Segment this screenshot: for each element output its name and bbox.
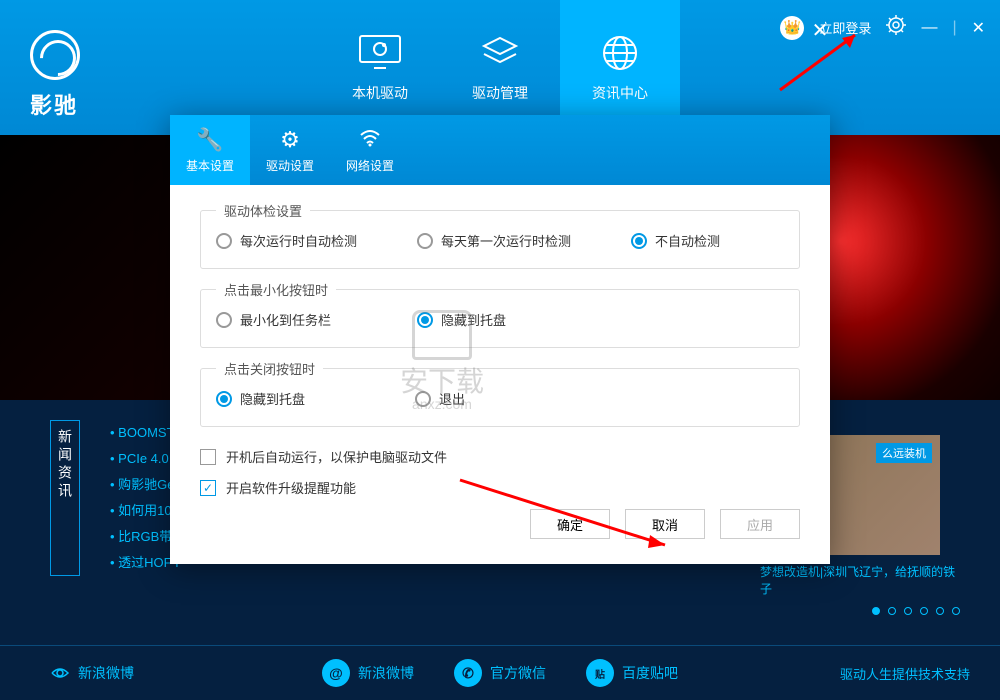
logo-icon [30, 30, 80, 80]
wechat-icon: ✆ [454, 659, 482, 687]
monitor-icon [355, 33, 405, 73]
radio-min-taskbar[interactable]: 最小化到任务栏 [216, 310, 331, 329]
carousel-dot[interactable] [888, 607, 896, 615]
annotation-arrow-icon [450, 470, 690, 560]
globe-icon [595, 33, 645, 73]
annotation-arrow-icon [770, 20, 880, 100]
radio-close-tray[interactable]: 隐藏到托盘 [216, 389, 305, 408]
footer-tieba[interactable]: 贴 百度贴吧 [586, 659, 678, 687]
gear-icon: ⚙ [280, 127, 300, 153]
footer-wechat[interactable]: ✆ 官方微信 [454, 659, 546, 687]
radio-icon [216, 312, 232, 328]
wifi-icon [359, 127, 381, 153]
footer-left-weibo[interactable]: 新浪微博 [50, 663, 134, 683]
radio-min-tray[interactable]: 隐藏到托盘 [417, 310, 506, 329]
brand-logo: 影驰 [0, 0, 150, 135]
fieldset-driver-check: 驱动体检设置 每次运行时自动检测 每天第一次运行时检测 不自动检测 [200, 210, 800, 269]
fieldset-minimize-behavior: 点击最小化按钮时 最小化到任务栏 隐藏到托盘 [200, 289, 800, 348]
layers-icon [475, 33, 525, 73]
weibo-icon: @ [322, 659, 350, 687]
nav-label: 资讯中心 [592, 83, 648, 103]
carousel-dots [760, 607, 960, 615]
carousel-dot[interactable] [872, 607, 880, 615]
tab-driver-settings[interactable]: ⚙ 驱动设置 [250, 115, 330, 185]
radio-icon [417, 233, 433, 249]
radio-icon [631, 233, 647, 249]
legend: 驱动体检设置 [216, 201, 310, 220]
radio-icon [216, 233, 232, 249]
carousel-dot[interactable] [952, 607, 960, 615]
minimize-icon[interactable]: — [921, 19, 937, 37]
wrench-icon: 🔧 [196, 127, 223, 153]
checkbox-icon [200, 449, 216, 465]
news-caption[interactable]: 梦想改造机|深圳飞辽宁，给抚顺的铁子 [760, 563, 960, 597]
close-icon[interactable]: ✕ [972, 18, 985, 38]
thumb-overlay-label: 么远装机 [876, 443, 932, 463]
radio-icon [417, 312, 433, 328]
footer: 新浪微博 @ 新浪微博 ✆ 官方微信 贴 百度贴吧 驱动人生提供技术支持 [0, 645, 1000, 700]
legend: 点击关闭按钮时 [216, 359, 323, 378]
settings-gear-icon[interactable] [886, 15, 906, 40]
radio-close-exit[interactable]: 退出 [415, 389, 465, 408]
nav-label: 本机驱动 [352, 83, 408, 103]
nav-label: 驱动管理 [472, 83, 528, 103]
tieba-icon: 贴 [586, 659, 614, 687]
checkbox-icon [200, 480, 216, 496]
radio-icon [216, 391, 232, 407]
footer-weibo[interactable]: @ 新浪微博 [322, 659, 414, 687]
radio-check-every-run[interactable]: 每次运行时自动检测 [216, 231, 357, 250]
footer-support-text: 驱动人生提供技术支持 [840, 664, 970, 683]
apply-button[interactable]: 应用 [720, 509, 800, 539]
fieldset-close-behavior: 点击关闭按钮时 隐藏到托盘 退出 [200, 368, 800, 427]
carousel-dot[interactable] [936, 607, 944, 615]
dialog-tab-bar: 🔧 基本设置 ⚙ 驱动设置 网络设置 [170, 115, 830, 185]
news-heading: 新闻资讯 [50, 420, 80, 576]
radio-check-daily-first[interactable]: 每天第一次运行时检测 [417, 231, 571, 250]
tab-basic-settings[interactable]: 🔧 基本设置 [170, 115, 250, 185]
radio-icon [415, 391, 431, 407]
checkbox-autostart[interactable]: 开机后自动运行，以保护电脑驱动文件 [200, 447, 800, 466]
carousel-dot[interactable] [920, 607, 928, 615]
carousel-dot[interactable] [904, 607, 912, 615]
tab-network-settings[interactable]: 网络设置 [330, 115, 410, 185]
radio-no-auto-check[interactable]: 不自动检测 [631, 231, 720, 250]
legend: 点击最小化按钮时 [216, 280, 336, 299]
brand-name: 影驰 [30, 88, 150, 120]
divider: | [952, 19, 956, 37]
